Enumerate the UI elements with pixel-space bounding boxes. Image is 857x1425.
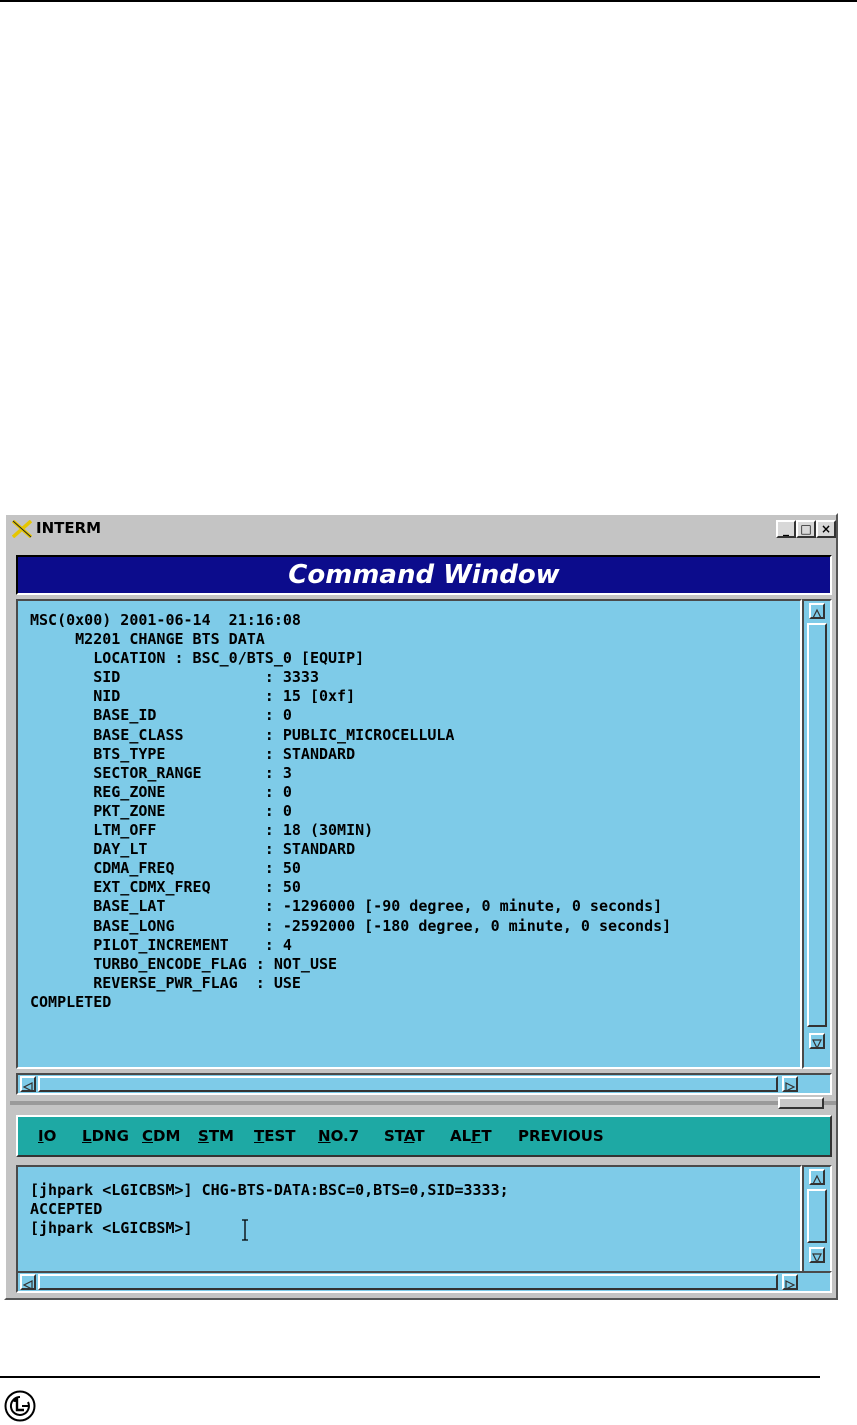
scroll-right-arrow-icon[interactable] bbox=[782, 1076, 798, 1092]
menu-item-text: TM bbox=[208, 1127, 234, 1145]
menu-item-previous[interactable]: PREVIOUS bbox=[518, 1127, 604, 1145]
window-title: INTERM bbox=[36, 519, 102, 537]
text-cursor-icon bbox=[242, 1219, 248, 1241]
minimize-button[interactable]: _ bbox=[776, 520, 796, 538]
output-line: BASE_LONG : -2592000 [-180 degree, 0 min… bbox=[30, 916, 672, 935]
input-line: ACCEPTED bbox=[30, 1200, 103, 1219]
menu-item-text: O bbox=[43, 1127, 57, 1145]
output-line: TURBO_ENCODE_FLAG : NOT_USE bbox=[30, 954, 338, 973]
input-scroll-right-arrow-icon[interactable] bbox=[782, 1274, 798, 1290]
page-bottom-rule bbox=[0, 1376, 820, 1378]
scroll-left-arrow-icon[interactable] bbox=[20, 1076, 36, 1092]
splitter-handle[interactable] bbox=[778, 1097, 824, 1109]
menu-item-alft[interactable]: ALFT bbox=[450, 1127, 492, 1145]
scroll-down-arrow-icon[interactable] bbox=[809, 1033, 825, 1050]
input-line: [jhpark <LGICBSM>] bbox=[30, 1219, 193, 1238]
output-line: MSC(0x00) 2001-06-14 21:16:08 bbox=[30, 611, 301, 629]
output-vertical-scrollbar[interactable] bbox=[802, 599, 832, 1069]
input-scroll-up-arrow-icon[interactable] bbox=[809, 1169, 825, 1185]
output-line: CDMA_FREQ : 50 bbox=[30, 859, 301, 878]
x-logo-icon bbox=[12, 520, 32, 538]
output-text: MSC(0x00) 2001-06-14 21:16:08 M2201 CHAN… bbox=[30, 611, 671, 1012]
output-line: BASE_ID : 0 bbox=[30, 706, 292, 725]
output-line: PILOT_INCREMENT : 4 bbox=[30, 935, 292, 954]
page-top-rule bbox=[0, 0, 857, 2]
input-line: [jhpark <LGICBSM>] CHG-BTS-DATA:BSC=0,BT… bbox=[30, 1181, 509, 1199]
menu-item-text: S bbox=[198, 1127, 209, 1145]
output-line: COMPLETED bbox=[30, 992, 112, 1011]
menu-item-text: EST bbox=[264, 1127, 296, 1145]
input-vertical-scroll-thumb[interactable] bbox=[807, 1189, 827, 1243]
menu-item-test[interactable]: TEST bbox=[254, 1127, 296, 1145]
maximize-button[interactable]: □ bbox=[796, 520, 816, 538]
interm-window: INTERM _ □ × Command Window MSC(0x00) 20… bbox=[4, 513, 838, 1300]
output-line: DAY_LT : STANDARD bbox=[30, 840, 356, 859]
menu-item-text: T bbox=[481, 1127, 492, 1145]
output-line: SID : 3333 bbox=[30, 668, 319, 687]
output-horizontal-scroll-thumb[interactable] bbox=[38, 1076, 778, 1092]
output-line: BTS_TYPE : STANDARD bbox=[30, 744, 356, 763]
menu-item-stat[interactable]: STAT bbox=[384, 1127, 425, 1145]
menu-item-text: A bbox=[403, 1127, 415, 1145]
menu-item-text: T bbox=[254, 1127, 265, 1145]
scroll-up-arrow-icon[interactable] bbox=[809, 603, 825, 619]
title-bar[interactable]: INTERM _ □ × bbox=[8, 517, 836, 541]
command-window-header: Command Window bbox=[16, 555, 832, 595]
command-menu-bar: IO LDNG CDM STM TEST NO.7 STAT ALFT PREVIOUS bbox=[16, 1115, 832, 1157]
output-horizontal-scrollbar[interactable] bbox=[16, 1073, 832, 1095]
output-vertical-scroll-thumb[interactable] bbox=[807, 623, 827, 1027]
input-scroll-left-arrow-icon[interactable] bbox=[20, 1274, 36, 1290]
output-line: REG_ZONE : 0 bbox=[30, 782, 292, 801]
output-line: REVERSE_PWR_FLAG : USE bbox=[30, 973, 301, 992]
menu-item-text: C bbox=[142, 1127, 154, 1145]
menu-item-text: L bbox=[82, 1127, 92, 1145]
input-text: [jhpark <LGICBSM>] CHG-BTS-DATA:BSC=0,BT… bbox=[30, 1181, 509, 1238]
input-horizontal-scroll-thumb[interactable] bbox=[38, 1274, 778, 1290]
close-button[interactable]: × bbox=[816, 520, 836, 538]
output-line: SECTOR_RANGE : 3 bbox=[30, 763, 292, 782]
pane-divider bbox=[10, 1101, 836, 1105]
input-panel[interactable]: [jhpark <LGICBSM>] CHG-BTS-DATA:BSC=0,BT… bbox=[16, 1165, 802, 1283]
output-line: NID : 15 [0xf] bbox=[30, 687, 356, 706]
menu-item-no7[interactable]: NO.7 bbox=[318, 1127, 359, 1145]
menu-item-text: DM bbox=[153, 1127, 181, 1145]
output-line: PKT_ZONE : 0 bbox=[30, 801, 292, 820]
output-line: LOCATION : BSC_0/BTS_0 [EQUIP] bbox=[30, 649, 365, 668]
lg-logo-icon bbox=[4, 1390, 36, 1422]
menu-item-text: T bbox=[414, 1127, 425, 1145]
input-scroll-down-arrow-icon[interactable] bbox=[809, 1247, 825, 1264]
menu-item-text: DNG bbox=[91, 1127, 129, 1145]
menu-item-text: PREVIOUS bbox=[518, 1127, 604, 1145]
output-line: BASE_LAT : -1296000 [-90 degree, 0 minut… bbox=[30, 897, 663, 916]
menu-item-text: N bbox=[318, 1127, 331, 1145]
menu-item-io[interactable]: IO bbox=[38, 1127, 56, 1145]
menu-item-stm[interactable]: STM bbox=[198, 1127, 234, 1145]
menu-item-ldng[interactable]: LDNG bbox=[82, 1127, 129, 1145]
menu-item-text: F bbox=[471, 1127, 482, 1145]
output-line: LTM_OFF : 18 (30MIN) bbox=[30, 821, 374, 840]
menu-item-text: O.7 bbox=[330, 1127, 360, 1145]
output-panel[interactable]: MSC(0x00) 2001-06-14 21:16:08 M2201 CHAN… bbox=[16, 599, 802, 1069]
input-horizontal-scrollbar[interactable] bbox=[16, 1271, 832, 1293]
output-line: BASE_CLASS : PUBLIC_MICROCELLULA bbox=[30, 725, 455, 744]
menu-item-cdm[interactable]: CDM bbox=[142, 1127, 180, 1145]
menu-item-text: AL bbox=[450, 1127, 472, 1145]
menu-item-text: ST bbox=[384, 1127, 404, 1145]
output-line: EXT_CDMX_FREQ : 50 bbox=[30, 878, 301, 897]
output-line: M2201 CHANGE BTS DATA bbox=[30, 630, 265, 649]
input-vertical-scrollbar[interactable] bbox=[802, 1165, 832, 1283]
